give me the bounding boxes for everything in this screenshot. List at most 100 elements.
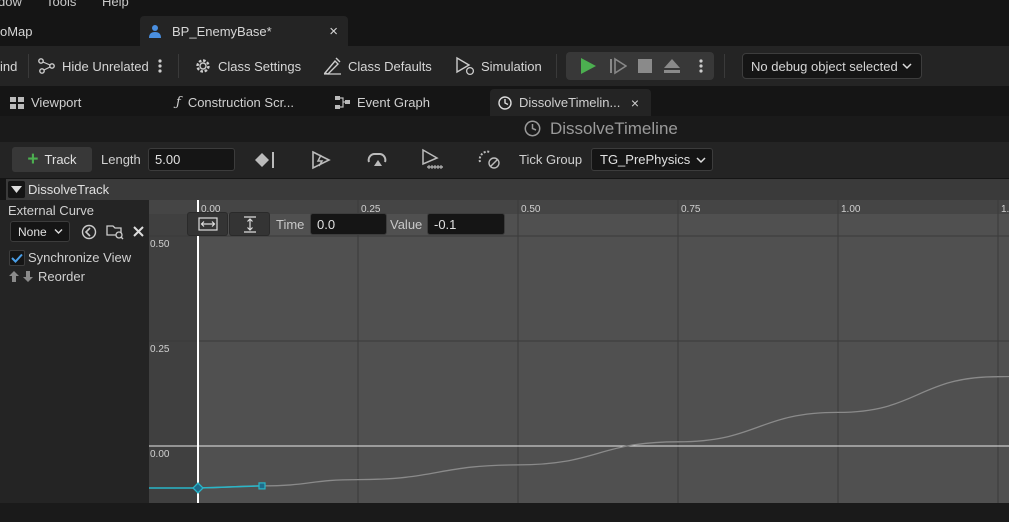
class-defaults-label: Class Defaults — [348, 58, 432, 74]
menu-tools[interactable]: Tools — [46, 0, 76, 9]
collapse-toggle[interactable] — [8, 181, 25, 198]
x-tick-label: 1.25 — [1001, 204, 1009, 215]
class-settings-label: Class Settings — [218, 58, 302, 74]
x-tick-label: 0.75 — [681, 204, 701, 215]
y-tick-label: 0.00 — [150, 449, 170, 460]
timeline-title-bar: DissolveTimeline — [0, 116, 1009, 142]
simulation-label: Simulation — [481, 58, 542, 74]
external-curve-value: None — [18, 224, 47, 239]
triangle-down-icon — [11, 186, 22, 193]
length-input[interactable]: 5.00 — [148, 148, 235, 171]
y-tick-label: 0.50 — [150, 239, 170, 250]
stop-icon[interactable] — [637, 58, 653, 74]
external-curve-label: External Curve — [8, 203, 94, 218]
use-selected-asset-icon[interactable] — [80, 224, 97, 240]
gear-icon — [196, 59, 210, 73]
divider — [178, 54, 179, 78]
time-label: Time — [276, 217, 305, 232]
tangent-handle — [197, 485, 263, 489]
menu-window[interactable]: dow — [0, 0, 22, 9]
reorder-icon[interactable] — [9, 270, 33, 283]
add-track-button[interactable]: + Track — [12, 147, 92, 172]
divider — [28, 54, 29, 78]
clock-icon — [498, 95, 512, 110]
track-header[interactable]: DissolveTrack — [6, 179, 1009, 200]
fit-horizontal-icon — [198, 217, 218, 231]
length-label: Length — [101, 152, 141, 167]
time-input[interactable]: 0.0 — [310, 213, 387, 235]
checkmark-icon — [11, 253, 23, 263]
find-button[interactable]: ind — [0, 52, 17, 80]
menu-bar: dow Tools Help — [0, 0, 1009, 12]
tab-viewport[interactable]: Viewport — [10, 89, 81, 116]
play-icon[interactable] — [579, 57, 597, 75]
play-controls — [566, 52, 714, 80]
divider — [724, 54, 725, 78]
fit-vertical-icon — [244, 216, 256, 233]
curve-graph[interactable]: 0.000.250.500.751.001.251.501.752.002.25… — [149, 200, 1009, 503]
zoom-to-fit-horizontal-button[interactable] — [187, 212, 228, 236]
curve-editor[interactable]: 0.000.250.500.751.001.251.501.752.002.25… — [149, 200, 1009, 503]
value-input[interactable]: -0.1 — [427, 213, 505, 235]
kebab-icon[interactable] — [699, 58, 703, 74]
track-name[interactable]: DissolveTrack — [28, 182, 109, 197]
menu-help[interactable]: Help — [102, 0, 129, 9]
browse-asset-icon[interactable] — [106, 223, 124, 240]
synchronize-view-checkbox[interactable] — [9, 250, 25, 266]
tick-group-label: Tick Group — [519, 152, 583, 167]
timeline-title: DissolveTimeline — [550, 119, 678, 138]
tick-group-select[interactable]: TG_PrePhysics — [591, 148, 713, 171]
editor-tab-bar: Viewport ƒ Construction Scr... Event Gra… — [0, 86, 1009, 116]
external-curve-select[interactable]: None — [10, 221, 70, 242]
kebab-icon — [158, 59, 162, 73]
tab-event-graph[interactable]: Event Graph — [335, 89, 430, 116]
clear-icon[interactable] — [133, 226, 144, 237]
close-icon[interactable]: × — [631, 95, 639, 111]
blueprint-icon — [149, 25, 161, 38]
clock-icon — [524, 120, 541, 137]
y-tick-label: 0.25 — [150, 344, 170, 355]
tab-label: DissolveTimelin... — [519, 95, 621, 110]
tab-label: BP_EnemyBase* — [172, 23, 272, 39]
tab-label: oMap — [0, 23, 33, 39]
chevron-down-icon — [902, 63, 912, 70]
document-tab-bar: oMap BP_EnemyBase* × — [0, 12, 1009, 46]
tab-map[interactable]: oMap — [0, 16, 138, 46]
main-toolbar: ind Hide Unrelated Class Settings Class … — [0, 46, 1009, 86]
ignore-time-dilation-icon[interactable] — [477, 148, 501, 170]
tab-label: Viewport — [31, 95, 82, 110]
track-properties-panel: External Curve None Synchronize View Reo… — [0, 200, 149, 503]
value-label: Value — [390, 217, 423, 232]
synchronize-view-label: Synchronize View — [28, 250, 132, 265]
grid-icon — [10, 96, 24, 109]
find-label: ind — [0, 58, 18, 74]
tab-bp-enemybase[interactable]: BP_EnemyBase* × — [140, 16, 348, 46]
loop-icon[interactable] — [365, 150, 389, 170]
replicated-icon[interactable] — [421, 148, 445, 170]
hide-unrelated-button[interactable]: Hide Unrelated — [38, 52, 149, 80]
tick-group-value: TG_PrePhysics — [600, 152, 691, 167]
add-track-label: Track — [44, 152, 77, 167]
advance-frame-icon[interactable] — [609, 57, 627, 75]
autoplay-icon[interactable] — [310, 150, 332, 170]
tab-construction-script[interactable]: ƒ Construction Scr... — [176, 89, 294, 116]
close-icon[interactable]: × — [329, 23, 338, 40]
class-defaults-button[interactable]: Class Defaults — [323, 52, 432, 80]
function-icon: ƒ — [176, 95, 181, 110]
reorder-label[interactable]: Reorder — [38, 269, 85, 284]
bottom-strip — [0, 503, 1009, 522]
zoom-to-fit-vertical-button[interactable] — [229, 212, 270, 236]
eject-icon[interactable] — [663, 57, 681, 75]
class-settings-button[interactable]: Class Settings — [194, 52, 301, 80]
debug-object-label: No debug object selected — [751, 58, 898, 74]
simulation-button[interactable]: Simulation — [455, 52, 542, 80]
class-defaults-icon — [323, 57, 341, 75]
debug-object-select[interactable]: No debug object selected — [742, 53, 922, 79]
divider — [556, 54, 557, 78]
timeline-toolbar: + Track Length 5.00 Tick Group TG_PrePhy… — [0, 142, 1009, 178]
graph-icon — [335, 96, 350, 109]
use-last-keyframe-icon[interactable] — [254, 150, 276, 170]
tab-dissolve-timeline[interactable]: DissolveTimelin... × — [490, 89, 651, 116]
simulation-icon — [456, 56, 475, 76]
more-options-button[interactable] — [158, 52, 162, 80]
